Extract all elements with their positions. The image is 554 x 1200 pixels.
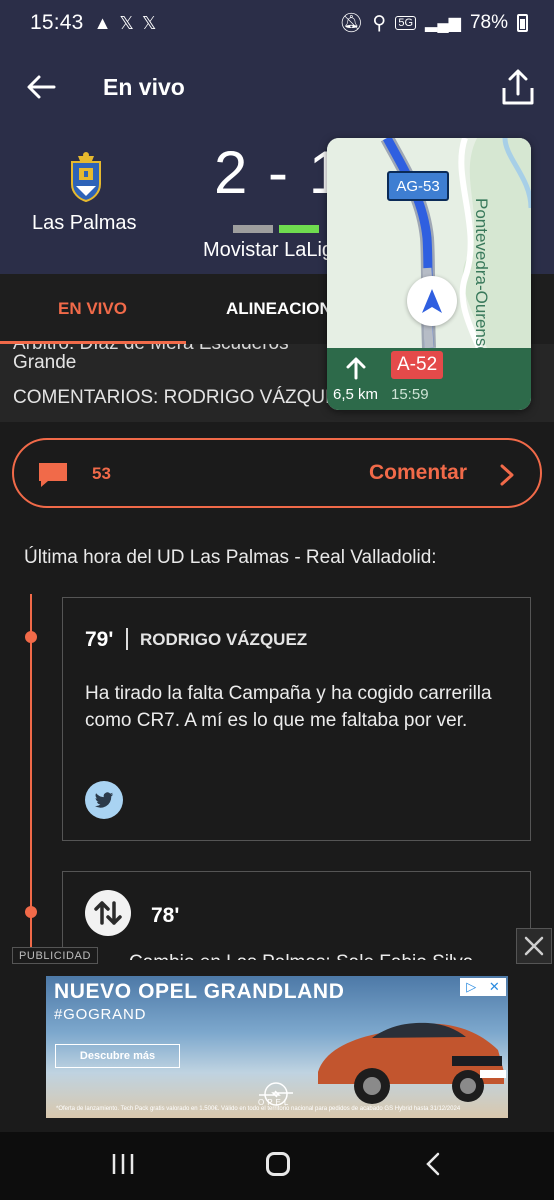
twitter-icon[interactable] <box>85 781 123 819</box>
referee-line-continued: Grande <box>13 352 77 373</box>
post-author: RODRIGO VÁZQUEZ <box>140 630 308 649</box>
status-bar: 15:43 ▲ 𝕏 𝕏 🔕︎ ⚲ 5G ▂▄▆ 78% <box>0 0 554 46</box>
ad-hashtag: #GOGRAND <box>54 1006 147 1023</box>
home-team-name: Las Palmas <box>32 212 137 234</box>
ad-banner[interactable]: NUEVO OPEL GRANDLAND #GOGRAND Descubre m… <box>46 976 508 1118</box>
battery-level: 78% <box>469 12 508 33</box>
ad-container: PUBLICIDAD NUEVO OPEL GRANDLAND #GOGRAND… <box>0 928 554 1132</box>
navigation-instruction: 6,5 km A-52 15:59 <box>327 348 531 410</box>
timeline-dot <box>25 906 37 918</box>
commentator-line: COMENTARIOS: RODRIGO VÁZQUEZ <box>13 387 350 408</box>
x-app-icon: 𝕏 <box>119 12 134 33</box>
network-label: 5G <box>395 16 417 30</box>
next-road-shield: A-52 <box>391 351 444 379</box>
back-arrow-icon[interactable] <box>24 70 58 104</box>
ad-headline: NUEVO OPEL GRANDLAND <box>54 980 345 1003</box>
form-bar <box>233 225 273 233</box>
tab-en-vivo[interactable]: EN VIVO <box>58 274 127 344</box>
live-post-card: 79' RODRIGO VÁZQUEZ Ha tirado la falta C… <box>62 597 531 841</box>
signal-icon: ▂▄▆ <box>425 15 461 32</box>
swap-arrows-icon <box>85 890 131 936</box>
distance-to-turn: 6,5 km <box>333 386 379 403</box>
page-title: En vivo <box>103 74 185 100</box>
tab-alineaciones[interactable]: ALINEACIONES <box>226 274 328 344</box>
ad-fine-print: *Oferta de lanzamiento. Tech Pack gratis… <box>56 1106 461 1112</box>
post-minute: 78' <box>151 904 180 927</box>
las-palmas-crest-icon <box>71 152 101 202</box>
competition-name: Movistar LaLiga <box>203 239 328 261</box>
navigation-arrow-icon: ▲ <box>93 12 112 33</box>
adchoices-icon[interactable]: ▷ ✕ <box>460 978 506 996</box>
ad-label: PUBLICIDAD <box>12 947 99 964</box>
battery-icon <box>517 14 528 32</box>
street-name: Pontevedra-Ourense <box>472 198 491 356</box>
x-app-icon: 𝕏 <box>141 12 157 33</box>
form-bar <box>279 225 319 233</box>
share-icon[interactable] <box>498 68 538 108</box>
live-feed-title: Última hora del UD Las Palmas - Real Val… <box>24 547 437 568</box>
status-time: 15:43 <box>30 11 84 34</box>
arrow-up-icon <box>346 357 366 380</box>
match-score: 2 - 1 <box>214 139 345 206</box>
mute-icon: 🔕︎ <box>339 13 364 34</box>
divider <box>126 628 128 650</box>
post-minute: 79' <box>85 628 114 651</box>
system-icons: 🔕︎ ⚲ 5G ▂▄▆ 78% <box>339 11 528 35</box>
close-icon[interactable] <box>516 928 552 964</box>
car-image <box>318 1022 506 1104</box>
navigation-arrow-icon <box>407 276 457 326</box>
back-icon[interactable] <box>424 1151 442 1177</box>
form-indicator <box>233 225 319 233</box>
recents-icon[interactable] <box>110 1152 136 1176</box>
ad-cta-button[interactable]: Descubre más <box>55 1044 180 1068</box>
close-icon: ✕ <box>488 979 500 994</box>
comment-label: Comentar <box>369 461 468 484</box>
notification-icons: ▲ 𝕏 𝕏 <box>94 13 157 34</box>
post-text: Ha tirado la falta Campaña y ha cogido c… <box>85 683 492 731</box>
timeline-dot <box>25 631 37 643</box>
navigation-pip-window[interactable]: AG-53 Pontevedra-Ourense 6,5 km A-52 15:… <box>327 138 531 410</box>
chat-bubble-icon <box>39 463 67 487</box>
comment-count: 53 <box>92 464 111 483</box>
timeline-line <box>30 594 32 954</box>
system-nav-bar <box>0 1132 554 1200</box>
eta-time: 15:59 <box>391 386 429 403</box>
home-icon[interactable] <box>266 1152 290 1176</box>
location-icon: ⚲ <box>372 12 387 34</box>
chevron-right-icon <box>500 464 514 486</box>
road-shield: AG-53 <box>387 171 449 201</box>
comment-button[interactable]: 53 Comentar <box>12 438 542 508</box>
